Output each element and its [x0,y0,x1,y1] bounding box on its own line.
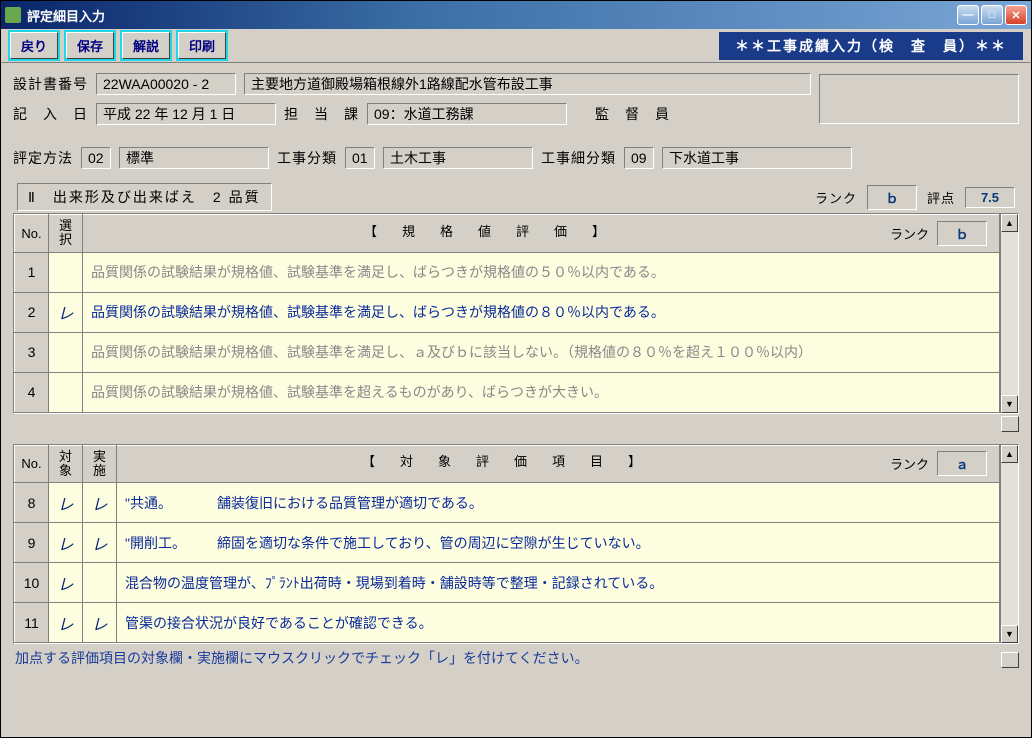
select-cell[interactable] [49,252,83,292]
method-name: 標準 [119,147,269,169]
scroll-down-icon[interactable]: ▼ [1001,395,1018,413]
desc-cell: 管渠の接合状況が良好であることが確認できる。 [117,603,1000,643]
row-no: 8 [15,483,49,523]
help-button[interactable]: 解説 [121,31,171,60]
impl-cell[interactable]: レ [83,603,117,643]
grid2-corner [1001,652,1019,668]
desc-cell: 品質関係の試験結果が規格値、試験基準を満足し、ａ及びｂに該当しない。（規格値の８… [83,332,1000,372]
grid1-col-no: No. [15,215,49,253]
section1-rank-value: ｂ [867,185,917,210]
target-cell[interactable]: レ [49,603,83,643]
table-row: 2レ品質関係の試験結果が規格値、試験基準を満足し、ばらつきが規格値の８０％以内で… [15,292,1000,332]
content-area: 設計書番号 22WAA00020 - 2 主要地方道御殿場箱根線外1路線配水管布… [1,63,1031,737]
table-row: 10レ混合物の温度管理が、ﾌﾟﾗﾝﾄ出荷時・現場到着時・舗設時等で整理・記録され… [15,563,1000,603]
detail-label: 工事細分類 [541,148,616,168]
desc-cell: 品質関係の試験結果が規格値、試験基準を超えるものがあり、ばらつきが大きい。 [83,372,1000,412]
app-icon [5,7,21,23]
hint-text: 加点する評価項目の対象欄・実施欄にマウスクリックでチェック「レ」を付けてください… [13,644,1001,668]
desc-cell: 品質関係の試験結果が規格値、試験基準を満足し、ばらつきが規格値の８０％以内である… [83,292,1000,332]
row-no: 9 [15,523,49,563]
criteria-row: 評定方法 02 標準 工事分類 01 土木工事 工事細分類 09 下水道工事 [13,147,1019,169]
design-no-label: 設計書番号 [13,74,88,94]
close-button[interactable]: ✕ [1005,5,1027,25]
section-2: No. 対 象 実 施 【 対 象 評 価 項 目 】 ランク ａ [13,444,1019,669]
entry-date-field: 平成 22 年 12 月 1 日 [96,103,276,125]
app-window: 評定細目入力 — □ ✕ 戻り 保存 解説 印刷 ＊＊工事成績入力（検 査 員）… [0,0,1032,738]
header-block: 設計書番号 22WAA00020 - 2 主要地方道御殿場箱根線外1路線配水管布… [13,73,1019,135]
save-button[interactable]: 保存 [65,31,115,60]
cat-label: 工事分類 [277,148,337,168]
mode-banner: ＊＊工事成績入力（検 査 員）＊＊ [719,32,1023,60]
section1-score-label: 評点 [927,188,955,207]
target-cell[interactable]: レ [49,483,83,523]
target-cell[interactable]: レ [49,563,83,603]
row-no: 3 [15,332,49,372]
toolbar: 戻り 保存 解説 印刷 ＊＊工事成績入力（検 査 員）＊＊ [1,29,1031,63]
row-no: 2 [15,292,49,332]
supervisor-label: 監 督 員 [595,104,670,124]
titlebar: 評定細目入力 — □ ✕ [1,1,1031,29]
table-row: 1 品質関係の試験結果が規格値、試験基準を満足し、ばらつきが規格値の５０％以内であ… [15,252,1000,292]
cat-code: 01 [345,147,375,169]
method-code: 02 [81,147,111,169]
grid1-scrollbar[interactable]: ▲ ▼ [1000,214,1018,413]
grid1-wrap: No. 選 択 【 規 格 値 評 価 】 ランク ｂ [13,213,1019,414]
design-no-field: 22WAA00020 - 2 [96,73,236,95]
desc-cell: "共通。 舗装復旧における品質管理が適切である。 [117,483,1000,523]
row-no: 4 [15,372,49,412]
section-label: 担 当 課 [284,104,359,124]
grid1-corner [1001,416,1019,432]
grid1-col-sel: 選 択 [49,215,83,253]
grid2-col-target: 対 象 [49,445,83,483]
select-cell[interactable]: レ [49,292,83,332]
row-no: 1 [15,252,49,292]
section1-title: Ⅱ 出来形及び出来ばえ 2 品質 [17,183,272,211]
grid2-col-desc: 【 対 象 評 価 項 目 】 ランク ａ [117,445,1000,483]
row-no: 11 [15,603,49,643]
grid2-col-impl: 実 施 [83,445,117,483]
scroll-up-icon[interactable]: ▲ [1001,445,1018,463]
desc-cell: 混合物の温度管理が、ﾌﾟﾗﾝﾄ出荷時・現場到着時・舗設時等で整理・記録されている… [117,563,1000,603]
grid2-col-no: No. [15,445,49,483]
scroll-down-icon[interactable]: ▼ [1001,625,1018,643]
impl-cell[interactable]: レ [83,523,117,563]
impl-cell[interactable] [83,563,117,603]
target-cell[interactable]: レ [49,523,83,563]
project-name-field: 主要地方道御殿場箱根線外1路線配水管布設工事 [244,73,811,95]
entry-date-label: 記 入 日 [13,104,88,124]
table-row: 11レレ管渠の接合状況が良好であることが確認できる。 [15,603,1000,643]
grid2-scrollbar[interactable]: ▲ ▼ [1000,445,1018,644]
section1-rank-label: ランク [815,188,857,207]
maximize-button[interactable]: □ [981,5,1003,25]
section-1: Ⅱ 出来形及び出来ばえ 2 品質 ランク ｂ 評点 7.5 No. [13,181,1019,432]
select-cell[interactable] [49,372,83,412]
grid1-col-desc: 【 規 格 値 評 価 】 ランク ｂ [83,215,1000,253]
print-button[interactable]: 印刷 [177,31,227,60]
impl-cell[interactable]: レ [83,483,117,523]
grid1: No. 選 択 【 規 格 値 評 価 】 ランク ｂ [14,214,1000,413]
section1-score-value: 7.5 [965,187,1015,208]
table-row: 8レレ"共通。 舗装復旧における品質管理が適切である。 [15,483,1000,523]
row-no: 10 [15,563,49,603]
grid2: No. 対 象 実 施 【 対 象 評 価 項 目 】 ランク ａ [14,445,1000,644]
select-cell[interactable] [49,332,83,372]
window-title: 評定細目入力 [27,6,957,25]
table-row: 4 品質関係の試験結果が規格値、試験基準を超えるものがあり、ばらつきが大きい。 [15,372,1000,412]
desc-cell: "開削工。 締固を適切な条件で施工しており、管の周辺に空隙が生じていない。 [117,523,1000,563]
grid2-wrap: No. 対 象 実 施 【 対 象 評 価 項 目 】 ランク ａ [13,444,1019,645]
table-row: 3 品質関係の試験結果が規格値、試験基準を満足し、ａ及びｂに該当しない。（規格値の… [15,332,1000,372]
table-row: 9レレ"開削工。 締固を適切な条件で施工しており、管の周辺に空隙が生じていない。 [15,523,1000,563]
minimize-button[interactable]: — [957,5,979,25]
detail-name: 下水道工事 [662,147,852,169]
supervisor-box [819,74,1019,124]
detail-code: 09 [624,147,654,169]
method-label: 評定方法 [13,148,73,168]
section-field: 09：水道工務課 [367,103,567,125]
back-button[interactable]: 戻り [9,31,59,60]
cat-name: 土木工事 [383,147,533,169]
scroll-up-icon[interactable]: ▲ [1001,214,1018,232]
desc-cell: 品質関係の試験結果が規格値、試験基準を満足し、ばらつきが規格値の５０％以内である… [83,252,1000,292]
